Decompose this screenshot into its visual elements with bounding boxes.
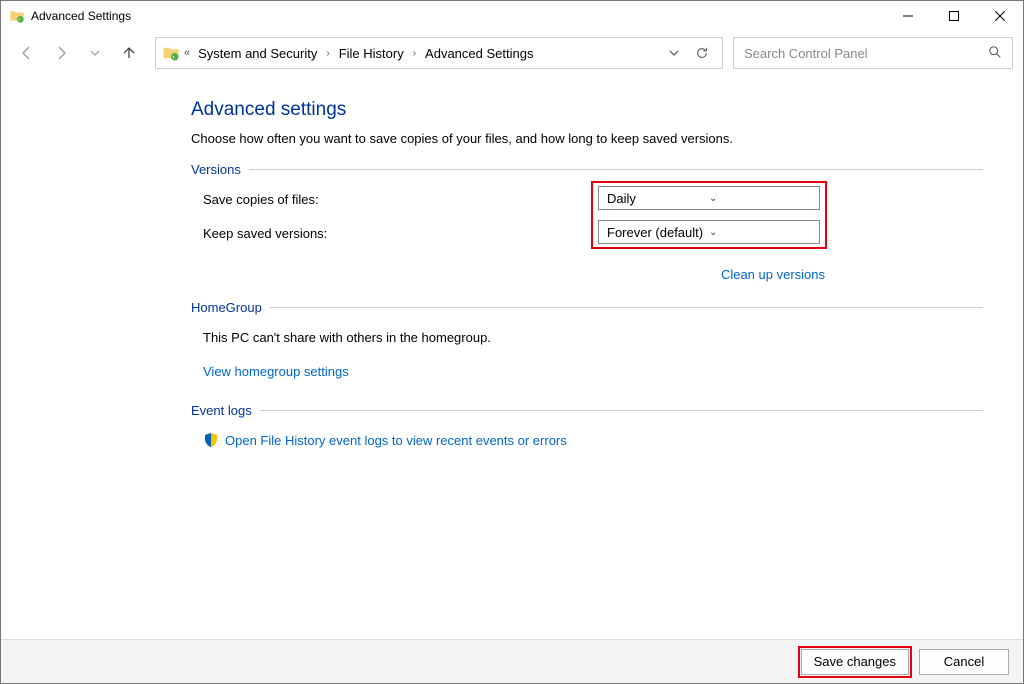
forward-button[interactable]: [45, 37, 77, 69]
window-title: Advanced Settings: [31, 9, 131, 23]
folder-icon: [162, 44, 180, 62]
divider: [249, 169, 983, 170]
search-icon: [988, 45, 1002, 62]
close-button[interactable]: [977, 1, 1023, 31]
breadcrumb-item[interactable]: Advanced Settings: [423, 46, 535, 61]
page-description: Choose how often you want to save copies…: [191, 131, 983, 146]
shield-icon: [203, 432, 219, 448]
footer-bar: Save changes Cancel: [1, 639, 1023, 683]
versions-heading: Versions: [191, 162, 249, 177]
title-bar: Advanced Settings: [1, 1, 1023, 31]
divider: [270, 307, 983, 308]
save-copies-dropdown[interactable]: Daily ⌄: [598, 186, 820, 210]
cancel-button[interactable]: Cancel: [919, 649, 1009, 675]
address-bar[interactable]: « System and Security › File History › A…: [155, 37, 723, 69]
search-placeholder: Search Control Panel: [744, 46, 988, 61]
content-area: Advanced settings Choose how often you w…: [1, 75, 1023, 639]
open-event-logs-link[interactable]: Open File History event logs to view rec…: [225, 433, 567, 448]
minimize-button[interactable]: [885, 1, 931, 31]
homegroup-settings-link[interactable]: View homegroup settings: [203, 364, 349, 379]
divider: [260, 410, 983, 411]
up-button[interactable]: [113, 37, 145, 69]
homegroup-group: HomeGroup This PC can't share with other…: [191, 300, 983, 385]
chevron-down-icon: ⌄: [709, 193, 811, 204]
versions-group: Versions Save copies of files: Keep save…: [191, 162, 983, 282]
breadcrumb-item[interactable]: File History: [337, 46, 406, 61]
address-dropdown-icon[interactable]: [660, 47, 688, 59]
app-icon: [9, 8, 25, 24]
save-copies-value: Daily: [607, 191, 709, 206]
maximize-button[interactable]: [931, 1, 977, 31]
keep-versions-dropdown[interactable]: Forever (default) ⌄: [598, 220, 820, 244]
breadcrumb-item[interactable]: System and Security: [196, 46, 319, 61]
chevron-right-icon: ›: [406, 48, 423, 59]
save-changes-button[interactable]: Save changes: [801, 649, 909, 675]
homegroup-text: This PC can't share with others in the h…: [203, 330, 491, 345]
refresh-icon[interactable]: [688, 46, 716, 60]
homegroup-heading: HomeGroup: [191, 300, 270, 315]
cleanup-versions-link[interactable]: Clean up versions: [721, 267, 825, 282]
back-button[interactable]: [11, 37, 43, 69]
chevron-left-icon: «: [184, 47, 190, 59]
nav-toolbar: « System and Security › File History › A…: [1, 31, 1023, 75]
eventlogs-heading: Event logs: [191, 403, 260, 418]
chevron-down-icon: ⌄: [709, 227, 811, 238]
page-title: Advanced settings: [191, 99, 983, 121]
eventlogs-group: Event logs Open File History event logs …: [191, 403, 983, 454]
search-input[interactable]: Search Control Panel: [733, 37, 1013, 69]
chevron-right-icon: ›: [319, 48, 336, 59]
keep-versions-value: Forever (default): [607, 225, 709, 240]
recent-dropdown[interactable]: [79, 37, 111, 69]
